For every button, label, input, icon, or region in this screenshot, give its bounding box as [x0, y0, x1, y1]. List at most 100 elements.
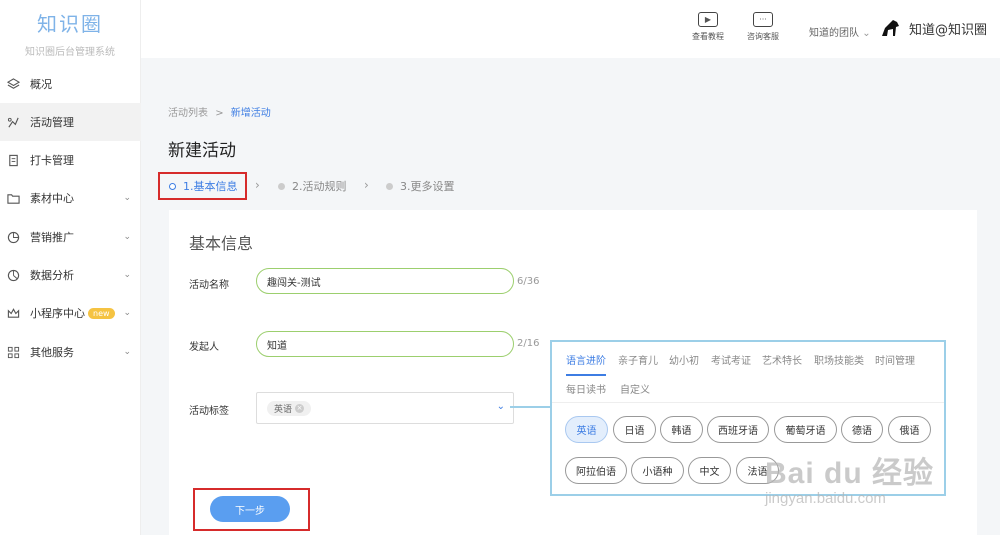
tag-option[interactable]: 葡萄牙语 — [774, 416, 837, 443]
tutorial-button[interactable]: ▶ 查看教程 — [692, 12, 724, 42]
sidebar-item-miniprogram[interactable]: 小程序中心 new ⌄ — [0, 294, 141, 332]
selected-tag-chip[interactable]: 英语 × — [267, 400, 312, 416]
sidebar-item-analytics[interactable]: 数据分析 ⌄ — [0, 256, 141, 294]
watermark-sub: jingyan.baidu.com — [765, 490, 886, 507]
breadcrumb-parent[interactable]: 活动列表 — [168, 108, 208, 119]
next-step-button[interactable]: 下一步 — [210, 496, 290, 522]
initiator-count: 2/16 — [517, 338, 540, 349]
divider — [552, 402, 944, 403]
initiator-label: 发起人 — [189, 342, 219, 353]
step-label: 1.基本信息 — [183, 180, 238, 193]
breadcrumb: 活动列表 > 新增活动 — [168, 104, 271, 119]
logo[interactable]: 知识圈 知识圈后台管理系统 — [0, 0, 140, 62]
initiator-input[interactable]: 知道 — [256, 331, 514, 357]
section-title: 基本信息 — [189, 234, 254, 253]
step-dot — [386, 182, 393, 190]
step-more-settings[interactable]: 3.更多设置 — [386, 172, 455, 200]
tag-option[interactable]: 德语 — [841, 416, 883, 443]
logo-subtitle: 知识圈后台管理系统 — [25, 47, 115, 58]
marketing-icon — [6, 230, 20, 244]
clipboard-icon — [6, 153, 20, 167]
tutorial-icon: ▶ — [698, 12, 718, 27]
sidebar-item-label: 其他服务 — [30, 346, 74, 359]
active-tab-underline — [566, 374, 606, 376]
chevron-down-icon: ⌄ — [123, 232, 131, 242]
sidebar-item-label: 数据分析 — [30, 269, 74, 282]
initiator-value: 知道 — [267, 340, 287, 352]
tab-parenting[interactable]: 亲子育儿 — [618, 352, 658, 367]
crown-icon — [6, 306, 20, 320]
support-label: 咨询客服 — [747, 32, 779, 41]
close-icon[interactable]: × — [295, 403, 305, 413]
tab-career-skills[interactable]: 职场技能类 — [814, 352, 864, 367]
activity-name-label: 活动名称 — [189, 280, 229, 291]
logo-title: 知识圈 — [37, 12, 103, 36]
selected-tag-label: 英语 — [274, 404, 293, 415]
sidebar-item-materials[interactable]: 素材中心 ⌄ — [0, 179, 141, 217]
sidebar-item-other-services[interactable]: 其他服务 ⌄ — [0, 333, 141, 371]
breadcrumb-current: 新增活动 — [230, 108, 271, 119]
sidebar-item-marketing[interactable]: 营销推广 ⌄ — [0, 218, 141, 256]
step-label: 3.更多设置 — [400, 180, 455, 193]
chevron-down-icon: ⌄ — [123, 308, 131, 318]
sidebar-item-label: 概况 — [30, 78, 52, 91]
tab-k12[interactable]: 幼小初 — [669, 352, 699, 367]
tab-daily-reading[interactable]: 每日读书 — [566, 381, 606, 396]
user-menu[interactable]: 知道@知识圈 — [879, 16, 987, 40]
tag-option[interactable]: 英语 — [565, 416, 608, 443]
avatar — [882, 20, 899, 36]
tab-exams[interactable]: 考试考证 — [711, 352, 751, 367]
breadcrumb-separator: > — [215, 108, 224, 119]
activity-icon — [6, 115, 20, 129]
team-label: 知道的团队 — [809, 28, 859, 39]
step-basic-info[interactable]: 1.基本信息 — [158, 172, 247, 200]
activity-tag-select[interactable]: 英语 × ⌄ — [256, 392, 514, 424]
chevron-right-icon: › — [255, 178, 260, 192]
tag-option[interactable]: 韩语 — [660, 416, 703, 443]
dropdown-connector — [510, 406, 551, 408]
activity-name-value: 趣闯关-测试 — [267, 277, 321, 289]
sidebar-item-label: 打卡管理 — [30, 154, 74, 167]
tag-option[interactable]: 俄语 — [888, 416, 931, 443]
pie-chart-icon — [6, 268, 20, 282]
sidebar-item-checkin[interactable]: 打卡管理 — [0, 141, 141, 179]
tab-custom[interactable]: 自定义 — [620, 381, 650, 396]
step-dot — [169, 182, 176, 190]
page-title: 新建活动 — [168, 141, 236, 161]
top-header: ▶ 查看教程 ··· 咨询客服 知道的团队 ⌄ 知道@知识圈 — [141, 0, 1000, 58]
step-label: 2.活动规则 — [292, 180, 347, 193]
sidebar-item-overview[interactable]: 概况 — [0, 65, 141, 103]
tab-time-management[interactable]: 时间管理 — [875, 352, 915, 367]
activity-name-count: 6/36 — [517, 276, 540, 287]
layers-icon — [6, 77, 20, 91]
support-button[interactable]: ··· 咨询客服 — [747, 12, 779, 42]
sidebar-item-activity[interactable]: 活动管理 — [0, 103, 141, 141]
new-badge: new — [88, 307, 115, 319]
tag-option[interactable]: 阿拉伯语 — [565, 457, 627, 484]
chevron-down-icon: ⌄ — [123, 270, 131, 280]
sidebar: 知识圈 知识圈后台管理系统 概况 活动管理 打卡管理 素材中心 ⌄ 营销推广 ⌄ — [0, 0, 141, 535]
folder-icon — [6, 191, 20, 205]
tag-option[interactable]: 日语 — [613, 416, 656, 443]
watermark: Bai du 经验 jingyan.baidu.com — [765, 448, 934, 507]
grid-icon — [6, 345, 20, 359]
chevron-right-icon: › — [364, 178, 369, 192]
sidebar-item-label: 素材中心 — [30, 192, 74, 205]
tab-arts[interactable]: 艺术特长 — [762, 352, 802, 367]
activity-name-input[interactable]: 趣闯关-测试 — [256, 268, 514, 294]
chevron-down-icon[interactable]: ⌄ — [497, 401, 505, 412]
tab-language[interactable]: 语言进阶 — [566, 352, 606, 367]
chat-icon: ··· — [753, 12, 773, 27]
tag-option[interactable]: 小语种 — [631, 457, 684, 484]
team-selector[interactable]: 知道的团队 ⌄ — [809, 24, 871, 39]
sidebar-item-label: 活动管理 — [30, 116, 74, 129]
sidebar-item-label: 营销推广 — [30, 231, 74, 244]
sidebar-item-label: 小程序中心 — [30, 307, 85, 320]
tag-option[interactable]: 西班牙语 — [707, 416, 769, 443]
watermark-main: Bai du 经验 — [765, 457, 935, 490]
chevron-down-icon: ⌄ — [123, 193, 131, 203]
tutorial-label: 查看教程 — [692, 32, 724, 41]
step-rules[interactable]: 2.活动规则 — [278, 172, 347, 200]
chevron-down-icon: ⌄ — [123, 347, 131, 357]
tag-option[interactable]: 中文 — [688, 457, 731, 484]
